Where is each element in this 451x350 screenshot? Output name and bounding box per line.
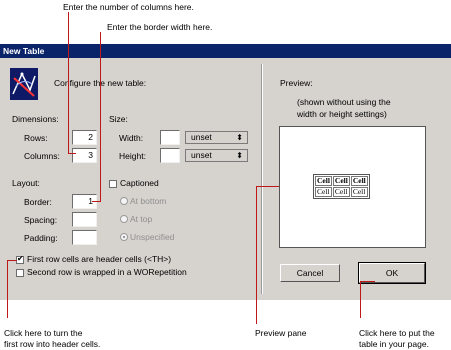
header-cells-checkbox[interactable]: ✔: [16, 254, 24, 264]
leader-border-h: [92, 201, 101, 202]
preview-cell: Cell: [315, 176, 332, 186]
callout-ok-line1: Click here to put the: [359, 328, 435, 338]
columns-input[interactable]: 3: [72, 148, 97, 163]
padding-input[interactable]: [72, 230, 97, 245]
leader-preview-h: [256, 186, 279, 187]
preview-cell: Cell: [315, 187, 332, 197]
cancel-button[interactable]: Cancel: [280, 264, 340, 282]
leader-ok-h: [360, 281, 375, 282]
preview-cell: Cell: [332, 176, 350, 186]
leader-header: [7, 260, 8, 318]
callout-header-line2: first row into header cells.: [4, 339, 101, 349]
leader-border: [100, 32, 101, 201]
width-input[interactable]: [160, 130, 180, 145]
width-unit-value: unset: [191, 132, 212, 142]
up-down-arrows-icon: ⬍: [236, 151, 243, 160]
table-row: Cell Cell Cell: [315, 176, 368, 186]
leader-ok: [360, 281, 361, 318]
ok-button[interactable]: OK: [358, 262, 426, 284]
leader-columns: [68, 12, 69, 153]
table-row: Cell Cell Cell: [315, 187, 368, 197]
callout-preview: Preview pane: [255, 328, 307, 338]
callout-header-line1: Click here to turn the: [4, 328, 83, 338]
preview-cell: Cell: [350, 176, 368, 186]
leader-columns-h: [68, 153, 76, 154]
callout-border: Enter the border width here.: [107, 22, 213, 32]
panel-divider: [261, 64, 263, 294]
worepetition-label: Second row is wrapped in a WORepetition: [27, 267, 187, 277]
dimensions-heading: Dimensions:: [12, 114, 59, 124]
height-label: Height:: [119, 151, 146, 161]
table-wizard-icon: [10, 68, 38, 100]
width-unit-select[interactable]: unset ⬍: [185, 131, 248, 144]
callout-ok-line2: table in your page.: [359, 339, 429, 349]
rows-label: Rows:: [24, 133, 48, 143]
padding-label: Padding:: [24, 233, 58, 243]
up-down-arrows-icon: ⬍: [236, 133, 243, 142]
unspecified-label: Unspecified: [130, 232, 175, 242]
radio-unspecified[interactable]: [120, 233, 128, 241]
border-label: Border:: [24, 197, 52, 207]
preview-heading: Preview:: [280, 78, 313, 88]
rows-input[interactable]: 2: [72, 130, 97, 145]
at-top-label: At top: [130, 214, 153, 224]
layout-heading: Layout:: [12, 178, 40, 188]
columns-label: Columns:: [24, 151, 60, 161]
at-bottom-label: At bottom: [130, 196, 167, 206]
height-unit-select[interactable]: unset ⬍: [185, 149, 248, 162]
captioned-checkbox[interactable]: [109, 180, 117, 188]
radio-at-top[interactable]: [120, 215, 128, 223]
header-cells-label: First row cells are header cells (<TH>): [27, 254, 172, 264]
checkmark-icon: ✔: [17, 254, 24, 263]
preview-cell: Cell: [350, 187, 368, 197]
leader-preview: [256, 186, 257, 324]
height-input[interactable]: [160, 148, 180, 163]
captioned-label: Captioned: [120, 178, 159, 188]
callout-columns: Enter the number of columns here.: [63, 2, 194, 12]
preview-table: Cell Cell Cell Cell Cell Cell: [313, 174, 370, 199]
preview-cell: Cell: [332, 187, 350, 197]
width-label: Width:: [119, 133, 144, 143]
spacing-label: Spacing:: [24, 215, 58, 225]
window-title: New Table: [3, 46, 45, 56]
preview-note-line1: (shown without using the: [297, 97, 391, 107]
height-unit-value: unset: [191, 150, 212, 160]
leader-header-h: [7, 260, 17, 261]
radio-at-bottom[interactable]: [120, 197, 128, 205]
worepetition-checkbox[interactable]: [16, 269, 24, 277]
size-heading: Size:: [109, 114, 128, 124]
preview-pane: Cell Cell Cell Cell Cell Cell: [279, 126, 426, 248]
preview-note-line2: width or height settings): [297, 109, 387, 119]
spacing-input[interactable]: [72, 212, 97, 227]
